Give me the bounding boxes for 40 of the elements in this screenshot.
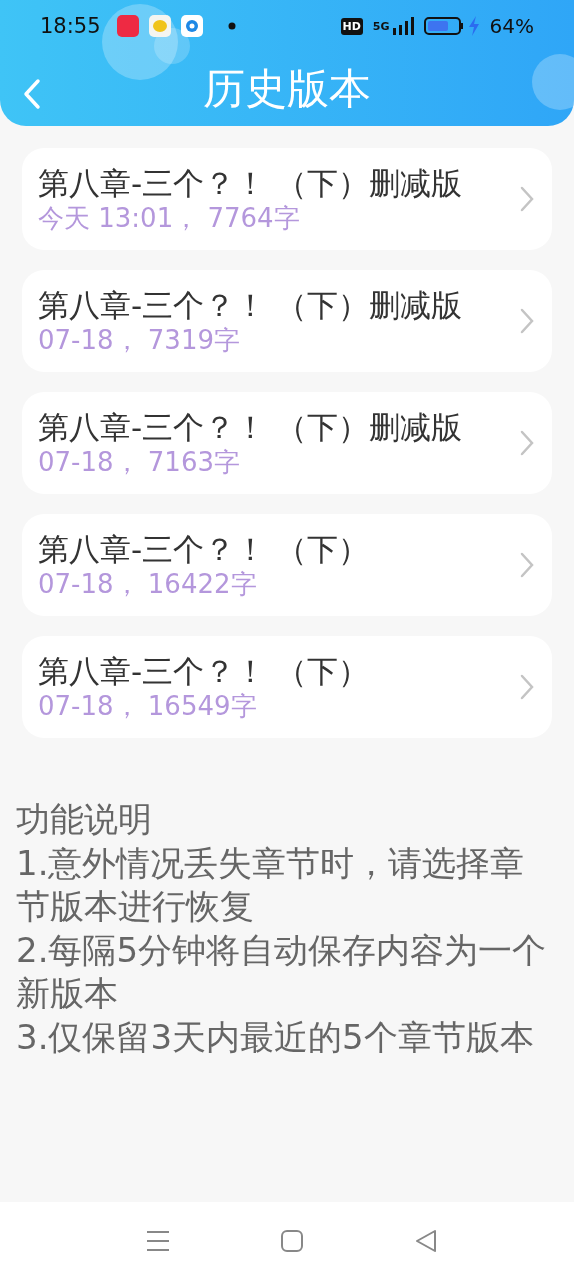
version-card[interactable]: 第八章-三个？！ （下） 07-18， 16549字 <box>22 636 552 738</box>
network-type: 5G <box>372 19 390 33</box>
back-triangle-icon[interactable] <box>414 1229 438 1253</box>
app-notification-icon <box>116 15 139 37</box>
version-meta: 07-18， 16422字 <box>38 568 258 600</box>
status-time: 18:55 <box>40 14 101 38</box>
app-notification-icon <box>180 15 203 37</box>
hd-badge: HD <box>340 17 363 35</box>
chevron-right-icon <box>520 430 534 456</box>
version-meta: 今天 13:01， 7764字 <box>38 202 301 234</box>
version-title: 第八章-三个？！ （下）删减版 <box>38 286 464 325</box>
version-card[interactable]: 第八章-三个？！ （下）删减版 07-18， 7163字 <box>22 392 552 494</box>
version-title: 第八章-三个？！ （下） <box>38 652 371 691</box>
chevron-right-icon <box>520 552 534 578</box>
version-card[interactable]: 第八章-三个？！ （下）删减版 07-18， 7319字 <box>22 270 552 372</box>
version-title: 第八章-三个？！ （下）删减版 <box>38 164 464 203</box>
note-text: 2.每隔5分钟将自动保存内容为一个新版本 <box>16 928 548 1016</box>
version-meta: 07-18， 7319字 <box>38 324 241 356</box>
page-title: 历史版本 <box>203 63 371 115</box>
note-text: 1.意外情况丢失章节时，请选择章节版本进行恢复 <box>16 841 526 929</box>
chevron-right-icon <box>520 674 534 700</box>
chevron-right-icon <box>520 308 534 334</box>
signal-icon <box>391 16 414 36</box>
battery-percent: 64% <box>489 14 534 38</box>
app-notification-icon <box>148 15 171 37</box>
note-text: 3.仅保留3天内最近的5个章节版本 <box>16 1015 535 1059</box>
version-title: 第八章-三个？！ （下）删减版 <box>38 408 464 447</box>
version-card[interactable]: 第八章-三个？！ （下）删减版 今天 13:01， 7764字 <box>22 148 552 250</box>
bubble-drawing <box>532 54 574 110</box>
version-card[interactable]: 第八章-三个？！ （下） 07-18， 16422字 <box>22 514 552 616</box>
home-square-icon[interactable] <box>280 1229 304 1253</box>
version-meta: 07-18， 16549字 <box>38 690 258 722</box>
chevron-right-icon <box>520 186 534 212</box>
notes-heading: 功能说明 <box>16 798 153 841</box>
charging-icon <box>467 16 480 36</box>
dot-icon <box>226 21 237 31</box>
menu-icon[interactable] <box>146 1230 170 1252</box>
version-meta: 07-18， 7163字 <box>38 446 241 478</box>
battery-icon <box>423 16 464 36</box>
version-title: 第八章-三个？！ （下） <box>38 530 371 569</box>
